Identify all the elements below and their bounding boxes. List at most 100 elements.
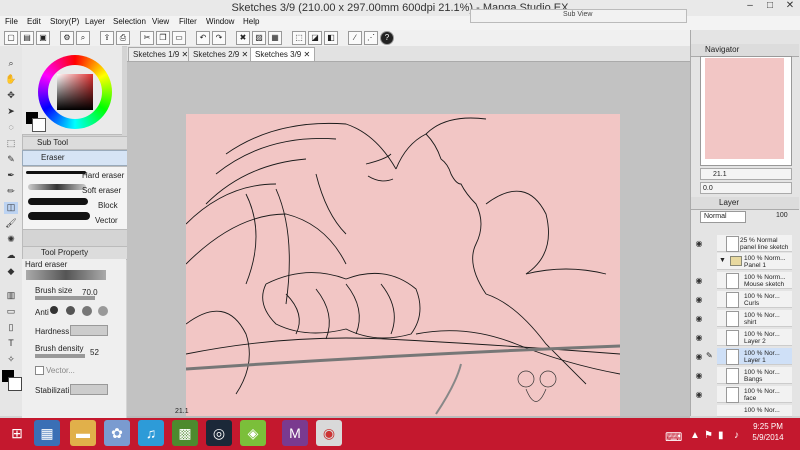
- brush-density-value[interactable]: 52: [90, 348, 99, 357]
- close-button[interactable]: ✕: [780, 0, 800, 12]
- layer-visibility-eye-icon[interactable]: ◉: [694, 295, 704, 305]
- menu-help[interactable]: Help: [243, 17, 259, 26]
- layer-visibility-eye-icon[interactable]: ◉: [694, 333, 704, 343]
- color-square[interactable]: [57, 74, 93, 110]
- maximize-button[interactable]: □: [760, 0, 780, 12]
- copy-icon[interactable]: ❐: [156, 31, 170, 45]
- balloon-tool-icon[interactable]: ✧: [4, 354, 18, 366]
- file-explorer-icon[interactable]: ▬: [70, 420, 96, 446]
- system-clock[interactable]: 9:25 PM 5/9/2014: [740, 421, 796, 443]
- eyedropper-tool-icon[interactable]: ✎: [4, 154, 18, 166]
- layer-visibility-eye-icon[interactable]: ◉: [694, 371, 704, 381]
- help-icon[interactable]: ?: [380, 31, 394, 45]
- stabilization-slider[interactable]: [70, 384, 108, 395]
- layer-opacity-value[interactable]: 100: [776, 212, 788, 219]
- menu-view[interactable]: View: [152, 17, 169, 26]
- antialias-none-icon[interactable]: [50, 306, 58, 314]
- sub-color-swatch[interactable]: [8, 377, 22, 391]
- antialias-strong-icon[interactable]: [98, 306, 108, 316]
- select-tool-icon[interactable]: ⬚: [4, 138, 18, 150]
- chrome-icon[interactable]: ◉: [316, 420, 342, 446]
- manga-studio-icon[interactable]: M: [282, 420, 308, 446]
- new-icon[interactable]: ▢: [4, 31, 18, 45]
- navigator-rotation-slider[interactable]: 0.0: [700, 182, 792, 194]
- fill-icon[interactable]: ▨: [252, 31, 266, 45]
- tray-chevron-icon[interactable]: ▲: [690, 430, 700, 441]
- game-icon[interactable]: ◈: [240, 420, 266, 446]
- layer-blend-mode-select[interactable]: Normal: [700, 211, 746, 223]
- menu-filter[interactable]: Filter: [179, 17, 197, 26]
- brush-density-slider[interactable]: [35, 354, 85, 358]
- windows-start-icon[interactable]: ⊞: [4, 420, 30, 446]
- export-icon[interactable]: ⇪: [100, 31, 114, 45]
- menu-window[interactable]: Window: [206, 17, 234, 26]
- itunes-icon[interactable]: ♫: [138, 420, 164, 446]
- zoom-tool-icon[interactable]: ⌕: [4, 58, 18, 70]
- undo-icon[interactable]: ↶: [196, 31, 210, 45]
- snap-icon[interactable]: ⋰: [364, 31, 378, 45]
- tab-sketches-2[interactable]: Sketches 2/9 ✕: [188, 47, 254, 62]
- object-tool-icon[interactable]: ➤: [4, 106, 18, 118]
- print-icon[interactable]: ⎙: [116, 31, 130, 45]
- brush-size-slider[interactable]: [35, 296, 95, 300]
- redo-icon[interactable]: ↷: [212, 31, 226, 45]
- layer-visibility-eye-icon[interactable]: ◉: [694, 314, 704, 324]
- eraser-tool-icon[interactable]: ◫: [4, 202, 18, 214]
- tab-sketches-3[interactable]: Sketches 3/9 ✕: [250, 47, 316, 62]
- frame-tool-icon[interactable]: ▯: [4, 322, 18, 334]
- figure-tool-icon[interactable]: ▭: [4, 306, 18, 318]
- deselect-icon[interactable]: ⬚: [292, 31, 306, 45]
- paste-icon[interactable]: ▭: [172, 31, 186, 45]
- minimize-button[interactable]: –: [740, 0, 760, 12]
- cut-icon[interactable]: ✂: [140, 31, 154, 45]
- network-icon[interactable]: ▮: [718, 430, 724, 441]
- subtool-item-hard-eraser[interactable]: Hard eraser: [82, 171, 124, 180]
- text-tool-icon[interactable]: T: [4, 338, 18, 350]
- open-icon[interactable]: ▤: [20, 31, 34, 45]
- gradient-tool-icon[interactable]: ▥: [4, 290, 18, 302]
- pencil-tool-icon[interactable]: ✏: [4, 186, 18, 198]
- select-all-icon[interactable]: ▦: [268, 31, 282, 45]
- layer-visibility-eye-icon[interactable]: ◉: [694, 352, 704, 362]
- flag-icon[interactable]: ⚑: [704, 430, 713, 441]
- clear-icon[interactable]: ✖: [236, 31, 250, 45]
- antialias-medium-icon[interactable]: [82, 306, 92, 316]
- steam-icon[interactable]: ◎: [206, 420, 232, 446]
- folder-expand-icon[interactable]: ▼: [719, 257, 726, 264]
- status-zoom[interactable]: 21.1: [175, 408, 189, 415]
- hardness-slider[interactable]: [70, 325, 108, 336]
- blend-tool-icon[interactable]: ☁: [4, 250, 18, 262]
- layer-visibility-eye-icon[interactable]: ◉: [694, 390, 704, 400]
- vector-checkbox[interactable]: [35, 366, 44, 375]
- menu-file[interactable]: File: [5, 17, 18, 26]
- menu-edit[interactable]: Edit: [27, 17, 41, 26]
- calculator-icon[interactable]: ▦: [34, 420, 60, 446]
- keyboard-icon[interactable]: ⌨: [665, 430, 682, 444]
- hand-tool-icon[interactable]: ✋: [4, 74, 18, 86]
- layer-visibility-eye-icon[interactable]: ◉: [694, 239, 704, 249]
- subtool-item-vector[interactable]: Vector: [95, 216, 118, 225]
- navigator-zoom-slider[interactable]: 21.1: [700, 168, 792, 180]
- subtool-item-block[interactable]: Block: [98, 201, 118, 210]
- tab-sketches-1[interactable]: Sketches 1/9 ✕: [128, 47, 194, 62]
- invert-selection-icon[interactable]: ◪: [308, 31, 322, 45]
- color-sub-swatch[interactable]: [32, 118, 46, 132]
- drawing-canvas[interactable]: [186, 114, 620, 416]
- menu-layer[interactable]: Layer: [85, 17, 105, 26]
- layer-visibility-eye-icon[interactable]: ◉: [694, 276, 704, 286]
- paint-icon[interactable]: ✿: [104, 420, 130, 446]
- ruler-icon[interactable]: ∕: [348, 31, 362, 45]
- move-tool-icon[interactable]: ✥: [4, 90, 18, 102]
- save-icon[interactable]: ▣: [36, 31, 50, 45]
- antialias-weak-icon[interactable]: [66, 306, 75, 315]
- pen-tool-icon[interactable]: ✒: [4, 170, 18, 182]
- airbrush-tool-icon[interactable]: ✺: [4, 234, 18, 246]
- brush-tool-icon[interactable]: 🖌: [4, 218, 18, 230]
- menu-selection[interactable]: Selection: [113, 17, 146, 26]
- subtool-item-soft-eraser[interactable]: Soft eraser: [82, 186, 121, 195]
- subtool-tab-eraser[interactable]: Eraser: [22, 150, 128, 166]
- volume-icon[interactable]: ♪: [734, 430, 739, 441]
- minecraft-icon[interactable]: ▩: [172, 420, 198, 446]
- transform-icon[interactable]: ◧: [324, 31, 338, 45]
- fill-tool-icon[interactable]: ◆: [4, 266, 18, 278]
